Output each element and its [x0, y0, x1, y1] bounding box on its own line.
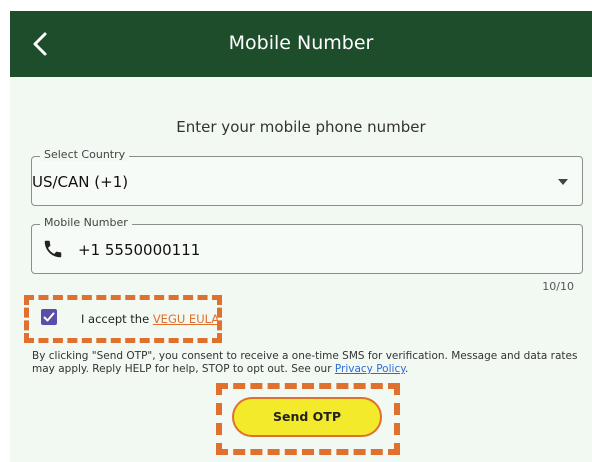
mobile-number-label: Mobile Number: [40, 216, 132, 229]
checkmark-icon: [43, 312, 55, 322]
consent-body: By clicking "Send OTP", you consent to r…: [32, 350, 578, 375]
mobile-number-value: +1 5550000111: [78, 241, 201, 259]
phone-prompt: Enter your mobile phone number: [176, 118, 426, 136]
country-select[interactable]: Select Country US/CAN (+1): [31, 148, 583, 206]
phone-icon: [44, 240, 62, 258]
privacy-policy-link[interactable]: Privacy Policy: [335, 363, 405, 375]
eula-text: I accept the: [81, 312, 153, 326]
mobile-number-field[interactable]: Mobile Number +1 5550000111: [31, 216, 583, 274]
eula-checkbox[interactable]: [41, 309, 57, 325]
page-title: Mobile Number: [228, 32, 374, 54]
consent-suffix: .: [404, 363, 409, 375]
caret-down-icon: [558, 179, 568, 185]
consent-text: By clicking "Send OTP", you consent to r…: [32, 350, 584, 376]
country-select-value: US/CAN (+1): [32, 173, 129, 191]
character-counter: 10/10: [542, 280, 574, 293]
eula-label: I accept the VEGU EULA: [81, 312, 219, 326]
country-select-label: Select Country: [40, 148, 130, 161]
eula-link[interactable]: VEGU EULA: [153, 312, 219, 326]
send-otp-button[interactable]: Send OTP: [232, 397, 382, 437]
app-header: Mobile Number: [10, 11, 592, 77]
